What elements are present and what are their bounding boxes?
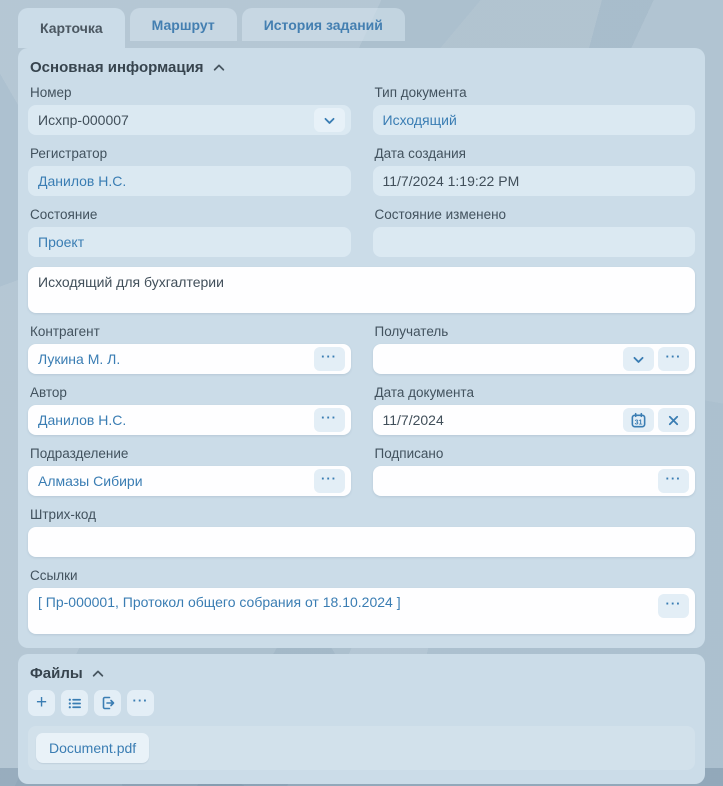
document-date-value: 11/7/2024 (383, 412, 620, 428)
recipient-label: Получатель (373, 321, 696, 344)
recipient-dropdown-button[interactable] (623, 347, 654, 371)
document-date-label: Дата документа (373, 382, 696, 405)
department-lookup-button[interactable]: ··· (314, 469, 345, 493)
plus-icon: + (36, 693, 47, 712)
collapse-files-icon[interactable] (91, 667, 105, 681)
ellipsis-icon: ··· (666, 597, 682, 616)
ellipsis-icon: ··· (321, 411, 337, 430)
collapse-main-icon[interactable] (212, 61, 226, 75)
doc-type-value: Исходящий (383, 112, 690, 128)
author-value: Данилов Н.С. (38, 412, 310, 428)
calendar-picker-button[interactable]: 31 (623, 408, 654, 432)
author-label: Автор (28, 382, 351, 405)
author-lookup-button[interactable]: ··· (314, 408, 345, 432)
barcode-label: Штрих-код (28, 504, 695, 527)
doc-type-label: Тип документа (373, 82, 696, 105)
links-field[interactable]: [ Пр-000001, Протокол общего собрания от… (28, 588, 695, 634)
links-lookup-button[interactable]: ··· (658, 594, 689, 618)
file-chip[interactable]: Document.pdf (36, 733, 149, 763)
department-field[interactable]: Алмазы Сибири ··· (28, 466, 351, 496)
signed-label: Подписано (373, 443, 696, 466)
calendar-icon: 31 (630, 412, 647, 429)
number-label: Номер (28, 82, 351, 105)
main-info-panel: Основная информация Номер Исхпр-000007 Т… (18, 48, 705, 648)
number-field[interactable]: Исхпр-000007 (28, 105, 351, 135)
ellipsis-icon: ··· (666, 350, 682, 369)
ellipsis-icon: ··· (321, 350, 337, 369)
tab-task-history[interactable]: История заданий (242, 8, 405, 41)
counterparty-label: Контрагент (28, 321, 351, 344)
created-date-value: 11/7/2024 1:19:22 PM (383, 173, 690, 189)
doc-type-field[interactable]: Исходящий (373, 105, 696, 135)
signed-field[interactable]: ··· (373, 466, 696, 496)
chevron-down-icon (632, 353, 645, 366)
department-value: Алмазы Сибири (38, 473, 310, 489)
signed-lookup-button[interactable]: ··· (658, 469, 689, 493)
files-toolbar: + ··· (28, 688, 695, 718)
ellipsis-icon: ··· (321, 472, 337, 491)
close-icon (667, 414, 680, 427)
files-panel: Файлы + ·· (18, 654, 705, 784)
counterparty-value: Лукина М. Л. (38, 351, 310, 367)
created-date-field[interactable]: 11/7/2024 1:19:22 PM (373, 166, 696, 196)
ellipsis-icon: ··· (666, 472, 682, 491)
counterparty-field[interactable]: Лукина М. Л. ··· (28, 344, 351, 374)
recipient-lookup-button[interactable]: ··· (658, 347, 689, 371)
tab-route[interactable]: Маршрут (130, 8, 237, 41)
tab-card[interactable]: Карточка (18, 8, 125, 48)
registrar-field[interactable]: Данилов Н.С. (28, 166, 351, 196)
description-value: Исходящий для бухгалтерии (38, 274, 689, 290)
registrar-value: Данилов Н.С. (38, 173, 345, 189)
created-date-label: Дата создания (373, 143, 696, 166)
state-value: Проект (38, 234, 345, 250)
section-title-main: Основная информация (30, 59, 204, 76)
state-changed-label: Состояние изменено (373, 204, 696, 227)
ellipsis-icon: ··· (133, 694, 149, 713)
recipient-field[interactable]: ··· (373, 344, 696, 374)
links-value: [ Пр-000001, Протокол общего собрания от… (38, 594, 654, 610)
registrar-label: Регистратор (28, 143, 351, 166)
section-title-files: Файлы (30, 665, 83, 682)
number-dropdown-button[interactable] (314, 108, 345, 132)
author-field[interactable]: Данилов Н.С. ··· (28, 405, 351, 435)
export-file-button[interactable] (94, 690, 121, 716)
links-label: Ссылки (28, 565, 695, 588)
add-file-button[interactable]: + (28, 690, 55, 716)
counterparty-lookup-button[interactable]: ··· (314, 347, 345, 371)
list-icon (67, 696, 82, 711)
files-more-button[interactable]: ··· (127, 690, 154, 716)
file-list-button[interactable] (61, 690, 88, 716)
state-label: Состояние (28, 204, 351, 227)
state-changed-field[interactable] (373, 227, 696, 257)
chevron-down-icon (323, 114, 336, 127)
tab-bar: Карточка Маршрут История заданий (0, 0, 723, 48)
barcode-field[interactable] (28, 527, 695, 557)
state-field[interactable]: Проект (28, 227, 351, 257)
department-label: Подразделение (28, 443, 351, 466)
file-list: Document.pdf (28, 726, 695, 770)
number-value: Исхпр-000007 (38, 112, 310, 128)
description-textarea[interactable]: Исходящий для бухгалтерии (28, 267, 695, 313)
document-date-field[interactable]: 11/7/2024 31 (373, 405, 696, 435)
document-date-clear-button[interactable] (658, 408, 689, 432)
svg-text:31: 31 (635, 418, 643, 426)
export-icon (100, 695, 116, 711)
